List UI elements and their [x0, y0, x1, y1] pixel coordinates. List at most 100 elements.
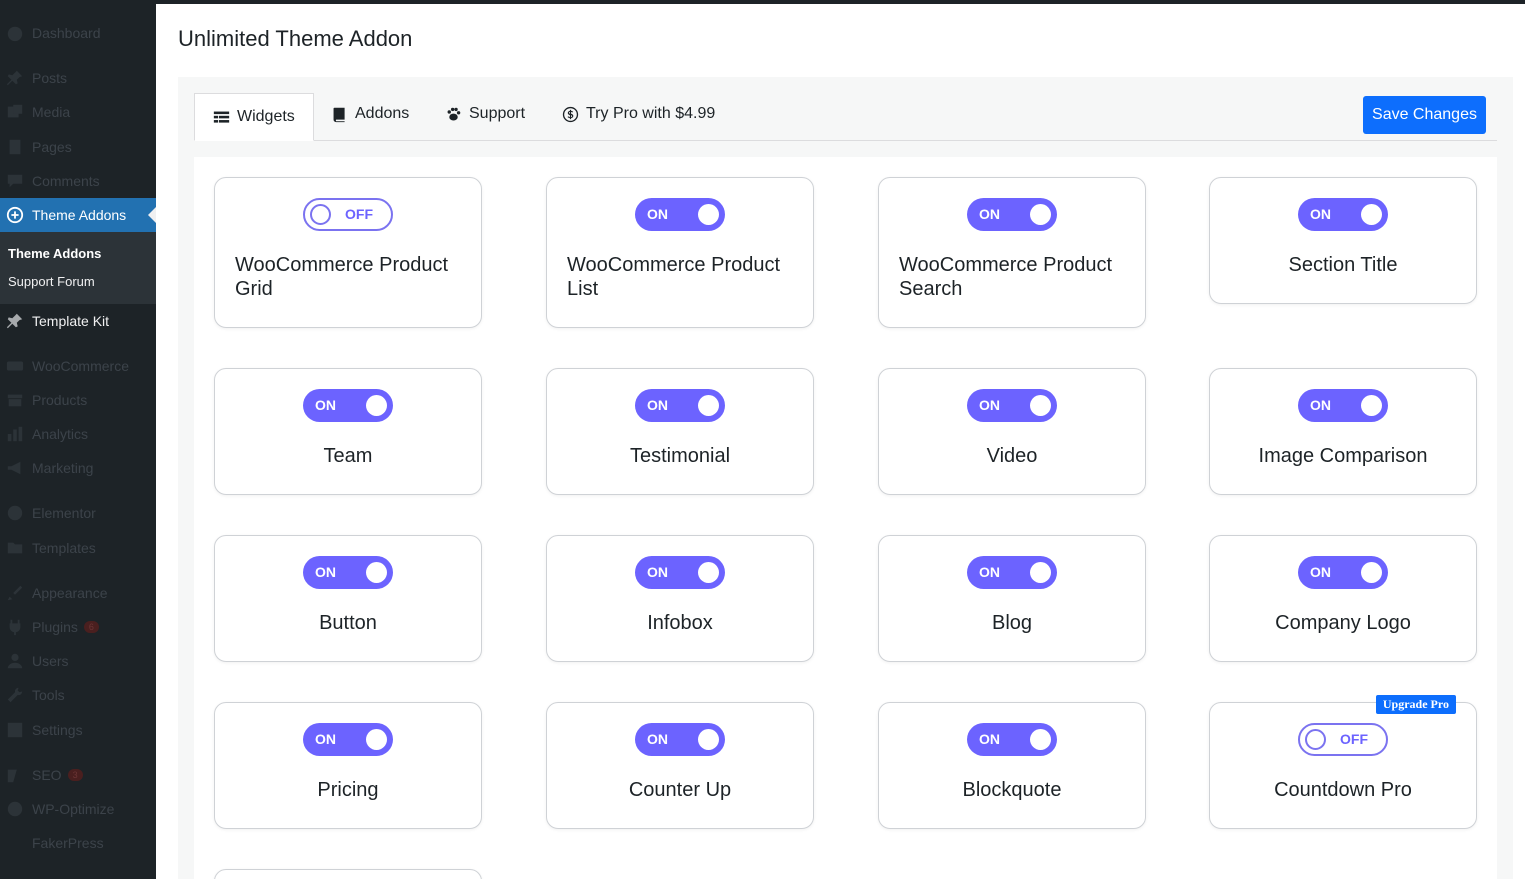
toggle-state-text: ON	[647, 206, 668, 222]
widget-card: ON Testimonial	[546, 368, 814, 495]
widget-toggle[interactable]: ON	[967, 556, 1057, 589]
sidebar-item-templates[interactable]: Templates	[0, 531, 156, 565]
sidebar-item-label: WooCommerce	[32, 358, 129, 374]
widget-name: WooCommerce Product List	[567, 254, 781, 300]
widget-toggle[interactable]: ON	[635, 556, 725, 589]
widget-card: ON Counter Up	[546, 702, 814, 829]
toggle-state-text: ON	[979, 397, 1000, 413]
sidebar-item-pages[interactable]: Pages	[0, 130, 156, 164]
sidebar-item-theme-addons[interactable]: Theme Addons	[0, 198, 156, 232]
sidebar-item-settings[interactable]: Settings	[0, 713, 156, 747]
sidebar-item-wp-optimize[interactable]: WP-Optimize	[0, 792, 156, 826]
widget-toggle[interactable]: ON	[967, 723, 1057, 756]
sidebar-item-elementor[interactable]: Elementor	[0, 496, 156, 530]
pages-icon	[5, 137, 25, 157]
sidebar-item-comments[interactable]: Comments	[0, 164, 156, 198]
book-icon	[331, 106, 348, 123]
widget-name: Pricing	[317, 779, 379, 801]
sidebar-item-users[interactable]: Users	[0, 644, 156, 678]
widget-card: OFF WooCommerce Product Grid	[214, 177, 482, 328]
toggle-state-text: OFF	[345, 206, 373, 222]
sidebar-item-tools[interactable]: Tools	[0, 678, 156, 712]
toggle-state-text: ON	[1310, 397, 1331, 413]
toggle-knob	[366, 729, 387, 750]
sidebar-item-media[interactable]: Media	[0, 95, 156, 129]
widget-toggle[interactable]: ON	[1298, 389, 1388, 422]
widget-toggle[interactable]: ON	[303, 389, 393, 422]
toggle-state-text: ON	[647, 564, 668, 580]
widget-card: ON Company Logo	[1209, 535, 1477, 662]
toggle-state-text: ON	[979, 206, 1000, 222]
sidebar-item-analytics[interactable]: Analytics	[0, 417, 156, 451]
tab-widgets[interactable]: Widgets	[194, 93, 314, 141]
tab-support[interactable]: Support	[427, 93, 543, 135]
toggle-knob	[1030, 204, 1051, 225]
sidebar-item-marketing[interactable]: Marketing	[0, 451, 156, 485]
widget-card: ON Infobox	[546, 535, 814, 662]
toggle-state-text: OFF	[1340, 731, 1368, 747]
toggle-state-text: ON	[315, 731, 336, 747]
widget-name: Company Logo	[1275, 612, 1411, 634]
sidebar-item-label: WP-Optimize	[32, 801, 115, 817]
widget-name: Video	[986, 445, 1038, 467]
widgets-icon	[213, 109, 230, 126]
sidebar-item-dashboard[interactable]: Dashboard	[0, 16, 156, 50]
widget-toggle[interactable]: ON	[303, 723, 393, 756]
widget-name: WooCommerce Product Grid	[235, 254, 449, 300]
submenu-support-forum[interactable]: Support Forum	[8, 274, 95, 289]
megaphone-icon	[5, 458, 25, 478]
sidebar-item-template-kit[interactable]: Template Kit	[0, 304, 156, 338]
sidebar-item-appearance[interactable]: Appearance	[0, 576, 156, 610]
widget-toggle[interactable]: ON	[1298, 556, 1388, 589]
tab-label: Addons	[355, 105, 410, 122]
toggle-state-text: ON	[1310, 206, 1331, 222]
sidebar-item-woocommerce[interactable]: WooCommerce	[0, 349, 156, 383]
upgrade-pro-badge[interactable]: Upgrade Pro	[1375, 695, 1456, 714]
tab-addons[interactable]: Addons	[313, 93, 427, 135]
sidebar-item-seo[interactable]: SEO 3	[0, 758, 156, 792]
widget-toggle[interactable]: ON	[1298, 198, 1388, 231]
widget-toggle[interactable]: ON	[967, 389, 1057, 422]
page-title: Unlimited Theme Addon	[178, 26, 413, 51]
woo-icon	[5, 356, 25, 376]
widget-toggle[interactable]: ON	[967, 198, 1057, 231]
widget-name: Blockquote	[962, 779, 1062, 801]
sidebar-item-label: Pages	[32, 139, 72, 155]
save-changes-button[interactable]: Save Changes	[1363, 96, 1486, 134]
pin-icon	[5, 68, 25, 88]
admin-sidebar: Dashboard Posts Media Pages Comments The…	[0, 0, 156, 879]
dollar-icon	[562, 106, 579, 123]
widget-toggle[interactable]: ON	[635, 198, 725, 231]
sidebar-item-label: Theme Addons	[32, 207, 127, 223]
toggle-knob	[698, 729, 719, 750]
tab-try-pro[interactable]: Try Pro with $4.99	[544, 93, 733, 135]
plug-icon	[5, 617, 25, 637]
toggle-knob	[366, 562, 387, 583]
widget-name: Countdown Pro	[1274, 779, 1412, 801]
sidebar-item-label: FakerPress	[32, 835, 104, 851]
widget-toggle[interactable]: ON	[303, 556, 393, 589]
user-icon	[5, 651, 25, 671]
pin-icon	[5, 311, 25, 331]
folder-icon	[5, 538, 25, 558]
sidebar-item-products[interactable]: Products	[0, 383, 156, 417]
optimize-icon	[5, 799, 25, 819]
widget-card: ON WooCommerce Product Search	[878, 177, 1146, 328]
submenu-theme-addons[interactable]: Theme Addons	[8, 246, 101, 261]
sidebar-submenu: Theme Addons Support Forum	[0, 232, 156, 304]
toggle-knob	[1361, 204, 1382, 225]
sidebar-item-label: Posts	[32, 70, 68, 86]
sidebar-item-plugins[interactable]: Plugins 6	[0, 610, 156, 644]
widget-name: Infobox	[647, 612, 713, 634]
toggle-state-text: ON	[979, 731, 1000, 747]
widget-toggle[interactable]: ON	[635, 723, 725, 756]
sidebar-item-posts[interactable]: Posts	[0, 61, 156, 95]
widget-toggle[interactable]: ON	[635, 389, 725, 422]
widget-name: Blog	[991, 612, 1033, 634]
sidebar-item-fakerpress[interactable]: FakerPress	[0, 826, 156, 860]
widget-toggle[interactable]: OFF	[1298, 723, 1388, 756]
widget-card: ON Team	[214, 368, 482, 495]
sidebar-item-label: Templates	[32, 540, 96, 556]
toggle-state-text: ON	[979, 564, 1000, 580]
widget-toggle[interactable]: OFF	[303, 198, 393, 231]
